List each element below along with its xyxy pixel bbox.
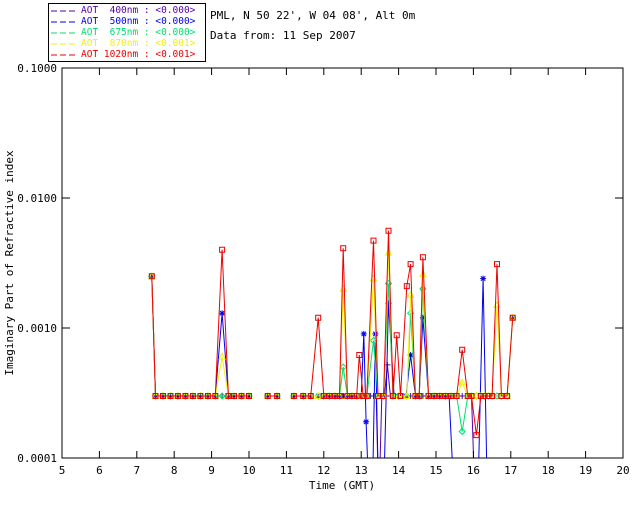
header-block: PML, N 50 22', W 04 08', Alt 0m Data fro…	[210, 6, 415, 46]
x-tick-label: 19	[579, 464, 592, 477]
x-tick-label: 15	[429, 464, 442, 477]
series-675nm	[148, 272, 517, 436]
legend-line-sample	[51, 32, 78, 33]
legend-entry-label: AOT 400nm : <0.000>	[81, 4, 196, 16]
screenshot-root: 5 6 7 8 9 10 11 12 13 14 15 16 17 18 19 20 0.1000 0.0100 0…	[0, 0, 640, 512]
legend-line-sample	[51, 21, 78, 22]
x-tick-label: 8	[171, 464, 178, 477]
series-line-1020nm	[151, 230, 514, 436]
series-markers-870nm	[147, 248, 517, 399]
series-500nm	[148, 273, 516, 512]
x-tick-label: 7	[133, 464, 140, 477]
x-tick-label: 6	[96, 464, 103, 477]
x-tick-label: 18	[542, 464, 555, 477]
header-date: Data from: 11 Sep 2007	[210, 29, 356, 42]
y-tick-label: 0.0001	[17, 452, 57, 465]
legend-box: AOT 400nm : <0.000> AOT 500nm : <0.000> AO…	[48, 3, 206, 62]
series-markers-1020nm	[148, 227, 516, 439]
x-tick-label: 12	[317, 464, 330, 477]
x-tick-label: 20	[616, 464, 629, 477]
legend-entry-500nm: AOT 500nm : <0.000>	[51, 15, 203, 27]
legend-entry-label: AOT 500nm : <0.000>	[81, 15, 196, 27]
x-tick-label: 17	[504, 464, 517, 477]
legend-entry-870nm: AOT 870nm : <0.001>	[51, 37, 203, 49]
legend-entry-675nm: AOT 675nm : <0.000>	[51, 26, 203, 38]
series-markers-500nm	[148, 273, 516, 425]
series-line-675nm	[151, 276, 514, 432]
legend-entry-label: AOT 1020nm : <0.001>	[81, 48, 196, 60]
x-axis-title: Time (GMT)	[309, 479, 375, 492]
x-tick-label: 5	[59, 464, 66, 477]
legend-entry-label: AOT 870nm : <0.001>	[81, 37, 196, 49]
series-870nm	[147, 248, 517, 399]
x-tick-label: 11	[280, 464, 293, 477]
legend-entry-1020nm: AOT 1020nm : <0.001>	[51, 48, 203, 60]
y-tick-label: 0.0100	[17, 192, 57, 205]
series-1020nm	[148, 227, 516, 439]
header-location: PML, N 50 22', W 04 08', Alt 0m	[210, 9, 416, 22]
series-markers-675nm	[148, 272, 517, 436]
x-tick-label: 14	[392, 464, 406, 477]
y-axis-title: Imaginary Part of Refractive index	[3, 150, 16, 376]
legend-entry-label: AOT 675nm : <0.000>	[81, 26, 196, 38]
legend-line-sample	[51, 54, 78, 55]
chart-plot: 5 6 7 8 9 10 11 12 13 14 15 16 17 18 19 20 0.1000 0.0100 0…	[3, 62, 630, 512]
legend-line-sample	[51, 10, 78, 11]
x-tick-label: 9	[208, 464, 215, 477]
legend-line-sample	[51, 43, 78, 44]
x-tick-label: 16	[467, 464, 480, 477]
axes-layer: 5 6 7 8 9 10 11 12 13 14 15 16 17 18 19 20 0.1000 0.0100 0…	[17, 62, 629, 477]
series-layer	[147, 227, 517, 512]
x-tick-label: 13	[355, 464, 368, 477]
series-line-870nm	[151, 252, 514, 397]
legend-entry-400nm: AOT 400nm : <0.000>	[51, 4, 203, 16]
y-tick-label: 0.1000	[17, 62, 57, 75]
y-tick-label: 0.0010	[17, 322, 57, 335]
x-tick-label: 10	[242, 464, 255, 477]
